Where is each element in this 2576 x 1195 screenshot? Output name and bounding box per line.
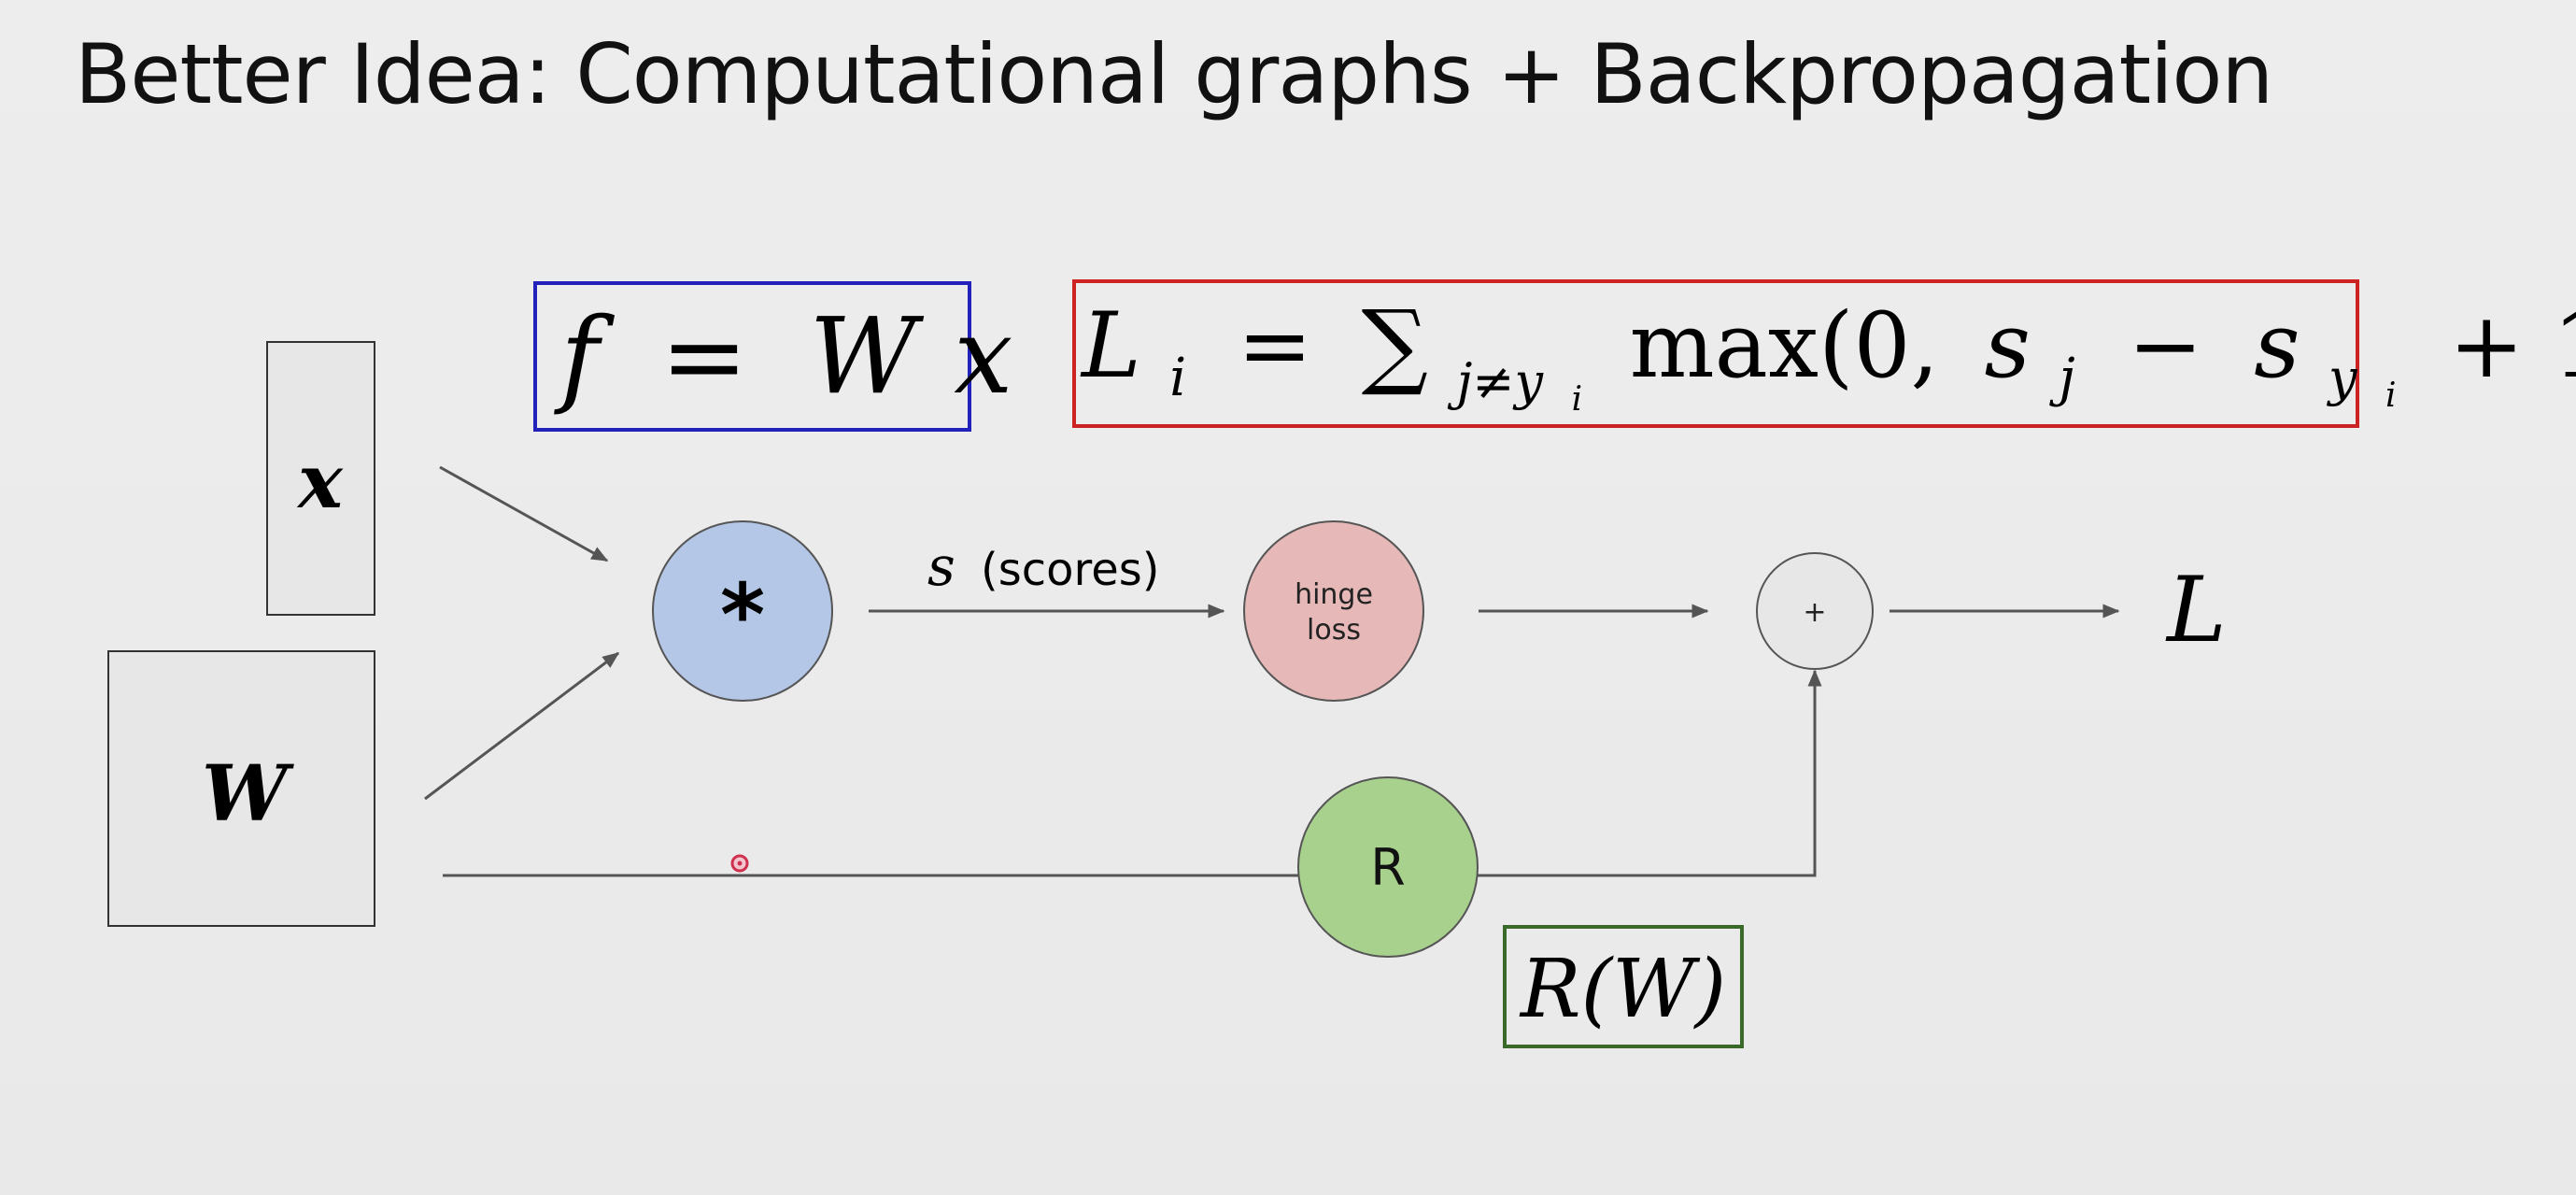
- hinge-label-line2: loss: [1307, 614, 1361, 647]
- input-x-label: x: [296, 437, 344, 525]
- loss-s2: s: [2254, 293, 2300, 398]
- formula-f: f: [554, 296, 616, 418]
- input-w-node: W: [107, 650, 375, 927]
- loss-i2-sub: i: [2385, 377, 2397, 415]
- multiply-label: *: [720, 565, 765, 665]
- formula-equals: =: [660, 296, 748, 418]
- input-x-node: x: [266, 341, 375, 616]
- svg-text:f = W: f = W x: [554, 296, 1012, 418]
- add-label: +: [1803, 596, 1826, 629]
- slide: Better Idea: Computational graphs + Back…: [0, 0, 2576, 1195]
- loss-minus: −: [2128, 293, 2202, 398]
- regularizer-formula: R(W): [1503, 925, 1744, 1048]
- loss-sum: ∑: [1362, 290, 1428, 399]
- loss-l: L: [1080, 293, 1141, 398]
- loss-s: s: [1985, 293, 2031, 398]
- loss-i-sub: i: [1169, 348, 1186, 408]
- scores-var: s: [927, 534, 955, 598]
- loss-plus-one: + 1): [2449, 293, 2576, 398]
- formula-w: W: [810, 296, 925, 418]
- input-w-label: W: [202, 749, 294, 839]
- scores-text: (scores): [981, 544, 1159, 596]
- multiply-node: *: [652, 520, 833, 702]
- regularizer-formula-text: R(W): [1519, 943, 1726, 1036]
- loss-equals: =: [1238, 293, 1312, 398]
- loss-max-open: max(0,: [1630, 293, 1939, 398]
- score-function-formula: f = W x: [533, 281, 1012, 432]
- computational-graph: f = W x L i = ∑ j≠y i max(0, s j − s y i…: [107, 279, 2576, 1048]
- hinge-loss-formula: L i = ∑ j≠y i max(0, s j − s y i + 1): [1072, 279, 2576, 432]
- regularizer-node: R: [1297, 776, 1479, 958]
- add-node: +: [1756, 552, 1874, 670]
- hinge-loss-node: hinge loss: [1243, 520, 1424, 702]
- hinge-label-line1: hinge: [1295, 578, 1373, 611]
- edge-x-to-multiply: [439, 465, 609, 562]
- edge-w-to-multiply: [424, 651, 620, 801]
- output-l-label: L: [2165, 558, 2227, 662]
- regularizer-label: R: [1370, 838, 1406, 897]
- loss-sum-sub-i: i: [1572, 380, 1583, 419]
- formula-x: x: [954, 296, 1012, 418]
- edge-regularizer-to-add: [1478, 669, 1822, 877]
- loss-sum-sub: j≠y: [1448, 352, 1545, 411]
- pointer-cursor-icon: [730, 854, 749, 873]
- loss-j-sub: j: [2048, 348, 2074, 408]
- svg-text:L i =: L i = ∑ j≠y i max(0, s j − s y i + 1): [1080, 290, 2576, 432]
- loss-y-sub: y: [2327, 349, 2358, 407]
- svg-text:s (scores): s (scores): [927, 534, 1159, 598]
